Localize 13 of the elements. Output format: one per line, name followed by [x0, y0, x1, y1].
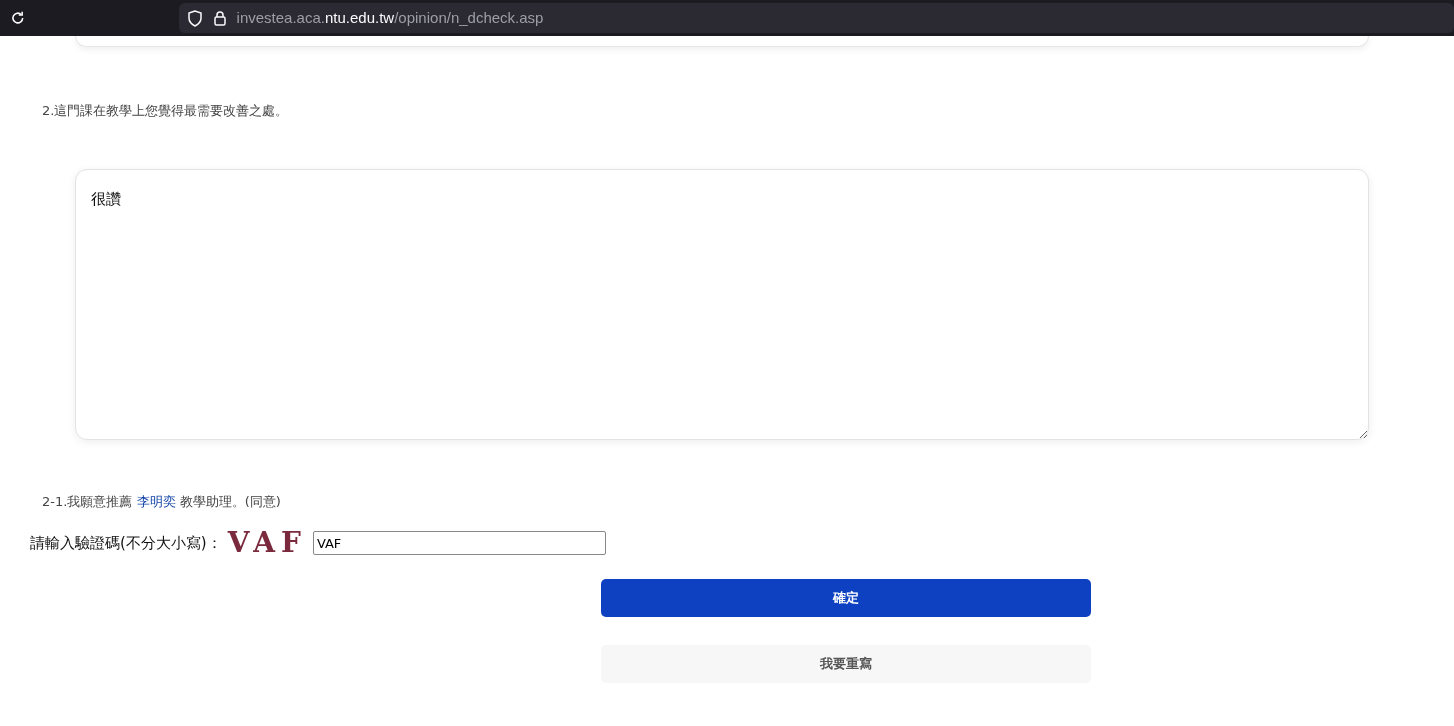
confirm-button[interactable]: 確定 [601, 579, 1091, 617]
url-text: investea.aca.ntu.edu.tw/opinion/n_dcheck.asp [236, 7, 544, 28]
captcha-label: 請輸入驗證碼(不分大小寫)： [30, 532, 222, 554]
rewrite-button[interactable]: 我要重寫 [601, 645, 1091, 683]
answer-box[interactable]: 很讚 [75, 168, 1369, 440]
recommend-text: 2-1.我願意推薦 李明奕 教學助理。(同意) [42, 492, 282, 511]
shield-icon[interactable] [186, 9, 203, 27]
lock-icon[interactable] [212, 10, 227, 26]
captcha-input[interactable]: VAF [312, 531, 606, 555]
reload-icon[interactable] [10, 10, 26, 26]
question-text: 2.這門課在教學上您覺得最需要改善之處。 [42, 102, 290, 120]
address-bar[interactable]: investea.aca.ntu.edu.tw/opinion/n_dcheck.asp [178, 3, 1454, 33]
captcha-image: VAF [227, 529, 307, 557]
